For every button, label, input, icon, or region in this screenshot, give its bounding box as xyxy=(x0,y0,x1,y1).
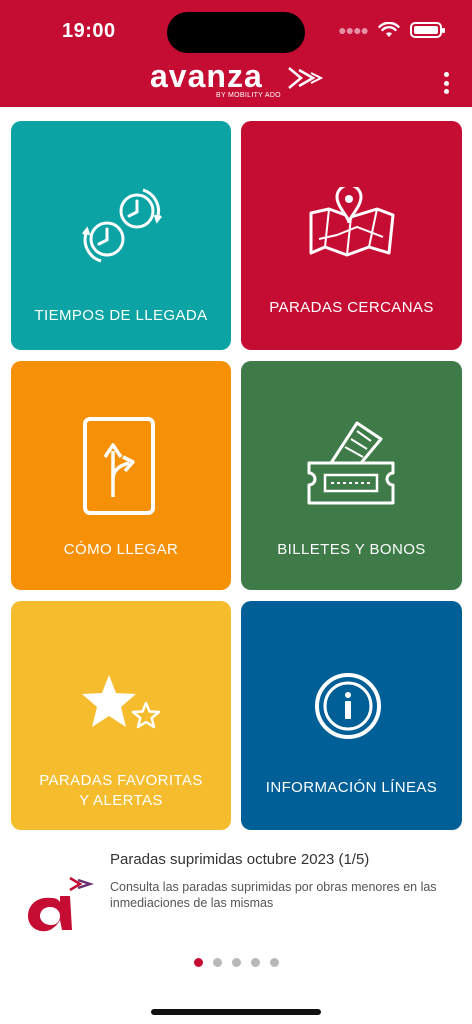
overflow-menu-button[interactable] xyxy=(438,70,454,96)
avanza-a-logo-icon xyxy=(28,876,94,932)
tile-label: TIEMPOS DE LLEGADA xyxy=(34,307,208,324)
clocks-icon xyxy=(82,188,162,263)
tile-label-line2: Y ALERTAS xyxy=(79,792,163,809)
tile-billetes-y-bonos[interactable]: BILLETES Y BONOS xyxy=(241,361,462,590)
logo-text: avanza xyxy=(150,58,263,94)
home-indicator[interactable] xyxy=(151,1009,321,1015)
tile-paradas-cercanas[interactable]: PARADAS CERCANAS xyxy=(241,121,462,350)
news-card[interactable]: Paradas suprimidas octubre 2023 (1/5) Co… xyxy=(0,840,472,950)
wifi-icon xyxy=(378,22,400,37)
news-title: Paradas suprimidas octubre 2023 (1/5) xyxy=(110,851,370,868)
tile-label-line1: PARADAS FAVORITAS xyxy=(39,772,203,789)
logo-subtext: BY MOBILITY ADO xyxy=(216,92,281,99)
menu-dot xyxy=(443,80,449,86)
pager-dot[interactable] xyxy=(231,958,241,967)
star-icon xyxy=(82,675,161,729)
ticket-icon xyxy=(307,421,395,505)
tile-label: BILLETES Y BONOS xyxy=(277,541,426,558)
tile-tiempos-de-llegada[interactable]: TIEMPOS DE LLEGADA xyxy=(11,121,231,350)
battery-icon xyxy=(410,22,445,38)
menu-dot xyxy=(443,72,449,77)
pager-dot[interactable] xyxy=(269,958,279,967)
carousel-pager xyxy=(0,958,472,967)
tile-paradas-favoritas[interactable]: PARADAS FAVORITAS Y ALERTAS xyxy=(11,601,231,830)
logo-chevron-icon xyxy=(288,67,323,89)
tile-informacion-lineas[interactable]: INFORMACIÓN LÍNEAS xyxy=(241,601,462,830)
tile-label: PARADAS CERCANAS xyxy=(269,299,434,316)
status-time: 19:00 xyxy=(62,20,116,42)
info-icon xyxy=(315,673,381,739)
pager-dot[interactable] xyxy=(250,958,260,967)
pager-dot[interactable] xyxy=(193,958,203,967)
cellular-icon: ●●●● xyxy=(338,22,369,38)
dynamic-island xyxy=(167,12,305,53)
tile-label: INFORMACIÓN LÍNEAS xyxy=(265,779,438,796)
app-header: 19:00 ●●●● avanza BY MOBILITY ADO xyxy=(0,0,472,107)
directions-icon xyxy=(83,417,155,515)
app-logo: avanza BY MOBILITY ADO xyxy=(150,58,325,102)
menu-dot xyxy=(443,89,449,94)
tile-como-llegar[interactable]: CÓMO LLEGAR xyxy=(11,361,231,590)
map-pin-icon xyxy=(309,187,395,257)
news-body: Consulta las paradas suprimidas por obra… xyxy=(110,880,437,910)
status-icons: ●●●● xyxy=(338,22,445,38)
pager-dot[interactable] xyxy=(212,958,222,967)
tile-label: CÓMO LLEGAR xyxy=(63,541,179,558)
